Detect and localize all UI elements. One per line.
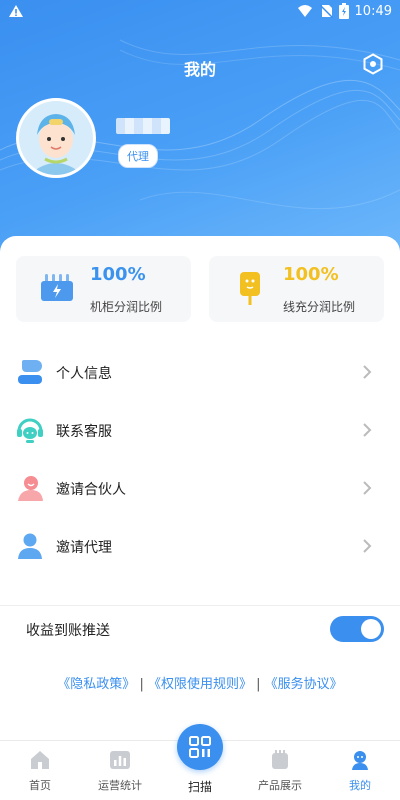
partner-icon xyxy=(18,476,43,501)
tab-home[interactable]: 首页 xyxy=(0,741,80,800)
status-bar: 10:49 xyxy=(0,0,400,24)
cabinet-share-label: 机柜分润比例 xyxy=(90,300,163,314)
profile-icon xyxy=(352,751,368,770)
cable-charger-icon xyxy=(240,272,260,305)
tab-home-label: 首页 xyxy=(29,779,51,792)
menu-label-invite-agent: 邀请代理 xyxy=(56,540,112,556)
status-time: 10:49 xyxy=(354,3,392,19)
cable-share-card[interactable]: 100% 线充分润比例 xyxy=(209,256,384,322)
wifi-icon xyxy=(297,5,312,17)
avatar[interactable] xyxy=(16,98,96,178)
person-info-icon xyxy=(18,360,42,384)
chevron-right-icon xyxy=(363,423,372,437)
headset-icon xyxy=(17,418,43,443)
permissions-rules-link[interactable]: 《权限使用规则》 xyxy=(148,677,252,692)
content-panel: 100% 机柜分润比例 100% 线充分润比例 个人信息 联系客服 邀请合伙人 … xyxy=(0,236,400,740)
push-setting-label: 收益到账推送 xyxy=(26,623,110,639)
divider xyxy=(0,605,400,606)
username-redacted xyxy=(116,118,170,134)
menu-label-personal-info: 个人信息 xyxy=(56,366,112,382)
link-separator: | xyxy=(256,677,261,692)
menu-item-customer-service[interactable]: 联系客服 xyxy=(0,402,400,460)
warning-icon xyxy=(9,5,23,17)
page-title: 我的 xyxy=(183,60,216,79)
menu-item-personal-info[interactable]: 个人信息 xyxy=(0,344,400,402)
toggle-knob xyxy=(361,619,381,639)
menu-item-invite-agent[interactable]: 邀请代理 xyxy=(0,518,400,576)
tab-products-label: 产品展示 xyxy=(258,779,302,792)
tab-products[interactable]: 产品展示 xyxy=(240,741,320,800)
link-separator: | xyxy=(139,677,144,692)
avatar-image xyxy=(19,101,93,175)
stats-icon xyxy=(110,751,130,769)
chevron-right-icon xyxy=(363,539,372,553)
service-agreement-link[interactable]: 《服务协议》 xyxy=(265,677,343,692)
push-toggle[interactable] xyxy=(330,616,384,642)
chevron-right-icon xyxy=(363,365,372,379)
privacy-policy-link[interactable]: 《隐私政策》 xyxy=(57,677,135,692)
role-badge: 代理 xyxy=(118,144,158,168)
tab-scan-label[interactable]: 扫描 xyxy=(160,778,240,795)
home-icon xyxy=(31,751,49,769)
battery-icon xyxy=(338,3,349,19)
tab-stats[interactable]: 运营统计 xyxy=(80,741,160,800)
cabinet-share-value: 100% xyxy=(90,264,146,285)
tab-profile-label: 我的 xyxy=(349,779,371,792)
scan-button[interactable] xyxy=(177,724,223,770)
settings-hexagon-icon[interactable] xyxy=(362,53,384,75)
tab-stats-label: 运营统计 xyxy=(98,779,142,792)
tab-profile[interactable]: 我的 xyxy=(320,741,400,800)
scan-icon xyxy=(189,736,211,758)
cable-share-value: 100% xyxy=(283,264,339,285)
menu-label-invite-partner: 邀请合伙人 xyxy=(56,482,126,498)
policy-links: 《隐私政策》 | 《权限使用规则》 | 《服务协议》 xyxy=(0,673,400,692)
agent-icon xyxy=(18,533,42,559)
chevron-right-icon xyxy=(363,481,372,495)
cable-share-label: 线充分润比例 xyxy=(283,300,356,314)
menu-item-invite-partner[interactable]: 邀请合伙人 xyxy=(0,460,400,518)
cabinet-icon xyxy=(41,274,73,301)
menu-label-customer-service: 联系客服 xyxy=(56,424,112,440)
no-sim-icon xyxy=(319,4,333,18)
product-icon xyxy=(272,750,288,769)
cabinet-share-card[interactable]: 100% 机柜分润比例 xyxy=(16,256,191,322)
